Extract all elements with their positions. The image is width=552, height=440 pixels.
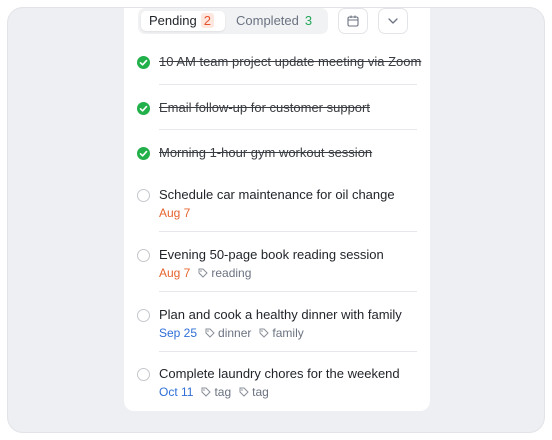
status-segmented-control: Pending 2 Completed 3 <box>138 8 328 34</box>
task-title: Plan and cook a healthy dinner with fami… <box>159 307 402 322</box>
divider <box>159 351 417 352</box>
divider <box>159 291 417 292</box>
filter-dropdown-button[interactable] <box>378 8 408 34</box>
task-card: Pending 2 Completed 3 10 AM team project… <box>124 8 430 411</box>
due-date: Aug 7 <box>159 206 191 220</box>
empty-circle-icon[interactable] <box>137 309 150 322</box>
due-date: Oct 11 <box>159 385 194 399</box>
tag-icon <box>259 328 270 338</box>
tab-completed[interactable]: Completed 3 <box>228 11 324 31</box>
tag-icon <box>205 328 215 338</box>
tag-label: tag <box>214 385 232 399</box>
tab-pending-label: Pending <box>149 13 197 28</box>
empty-circle-icon[interactable] <box>137 249 150 262</box>
divider <box>159 84 417 85</box>
tag-icon <box>201 387 212 397</box>
pending-count-badge: 2 <box>200 13 214 28</box>
tag-label: tag <box>252 385 269 399</box>
task-title: Morning 1-hour gym workout session <box>159 145 373 160</box>
check-circle-icon[interactable] <box>137 102 150 115</box>
task-meta: Aug 7 reading <box>159 266 251 280</box>
task-title: Evening 50-page book reading session <box>159 247 384 262</box>
check-circle-icon[interactable] <box>137 147 150 160</box>
task-title: Schedule car maintenance for oil change <box>159 187 395 202</box>
task-tag[interactable]: tag <box>239 385 269 399</box>
tag-icon <box>198 268 209 278</box>
task-tag[interactable]: family <box>259 326 304 340</box>
task-tag[interactable]: reading <box>198 266 251 280</box>
task-meta: Oct 11 tag tag <box>159 385 269 399</box>
calendar-icon <box>347 15 359 27</box>
task-title: Complete laundry chores for the weekend <box>159 366 400 381</box>
calendar-button[interactable] <box>338 8 368 34</box>
empty-circle-icon[interactable] <box>137 368 150 381</box>
tag-icon <box>239 387 249 397</box>
tab-completed-label: Completed <box>236 13 299 28</box>
task-tag[interactable]: dinner <box>205 326 251 340</box>
chevron-down-icon <box>388 18 398 24</box>
task-meta: Sep 25 dinner family <box>159 326 304 340</box>
tag-label: family <box>272 326 304 340</box>
app-background: Pending 2 Completed 3 10 AM team project… <box>7 7 545 433</box>
task-tag[interactable]: tag <box>201 385 231 399</box>
tag-label: reading <box>211 266 252 280</box>
completed-count-badge: 3 <box>304 13 313 28</box>
task-meta: Aug 7 <box>159 206 190 220</box>
task-title: 10 AM team project update meeting via Zo… <box>159 54 422 69</box>
divider <box>159 231 417 232</box>
due-date: Aug 7 <box>159 266 191 280</box>
tab-pending[interactable]: Pending 2 <box>141 11 225 31</box>
task-title: Email follow-up for customer support <box>159 100 370 115</box>
due-date: Sep 25 <box>159 326 198 340</box>
check-circle-icon[interactable] <box>137 56 150 69</box>
divider <box>159 129 417 130</box>
empty-circle-icon[interactable] <box>137 189 150 202</box>
tag-label: dinner <box>218 326 252 340</box>
